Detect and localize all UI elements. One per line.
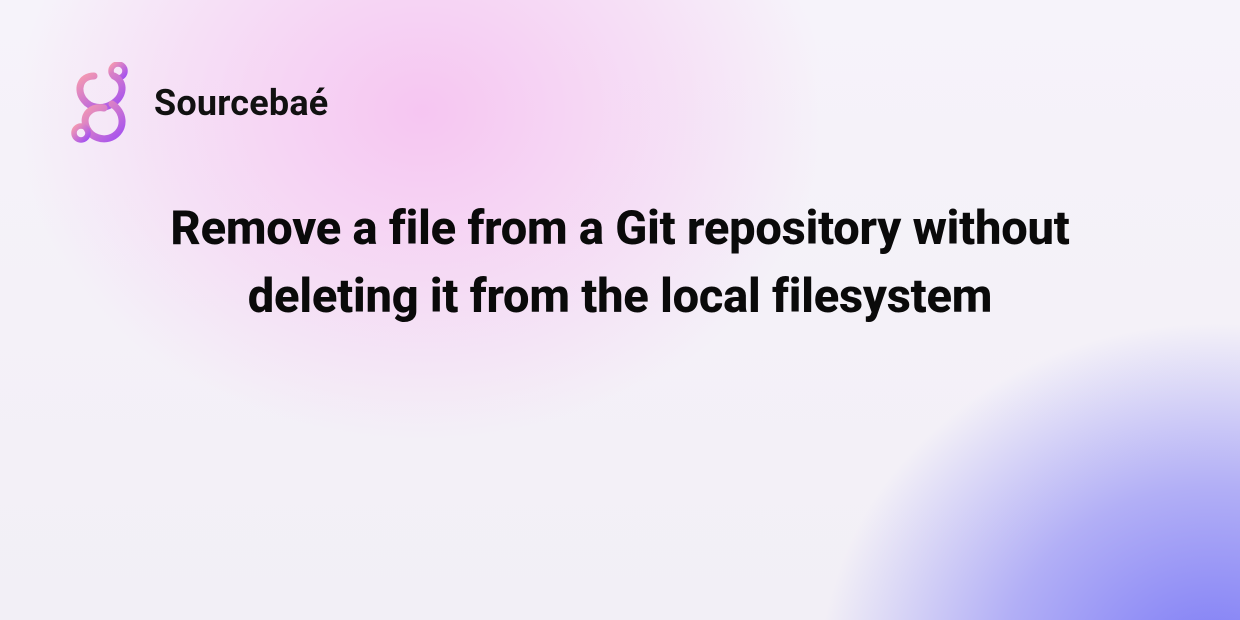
brand-name: Sourcebaé (154, 82, 328, 124)
sourcebae-logo-icon (70, 62, 140, 144)
brand-logo: Sourcebaé (70, 62, 328, 144)
page-headline: Remove a file from a Git repository with… (140, 195, 1100, 331)
